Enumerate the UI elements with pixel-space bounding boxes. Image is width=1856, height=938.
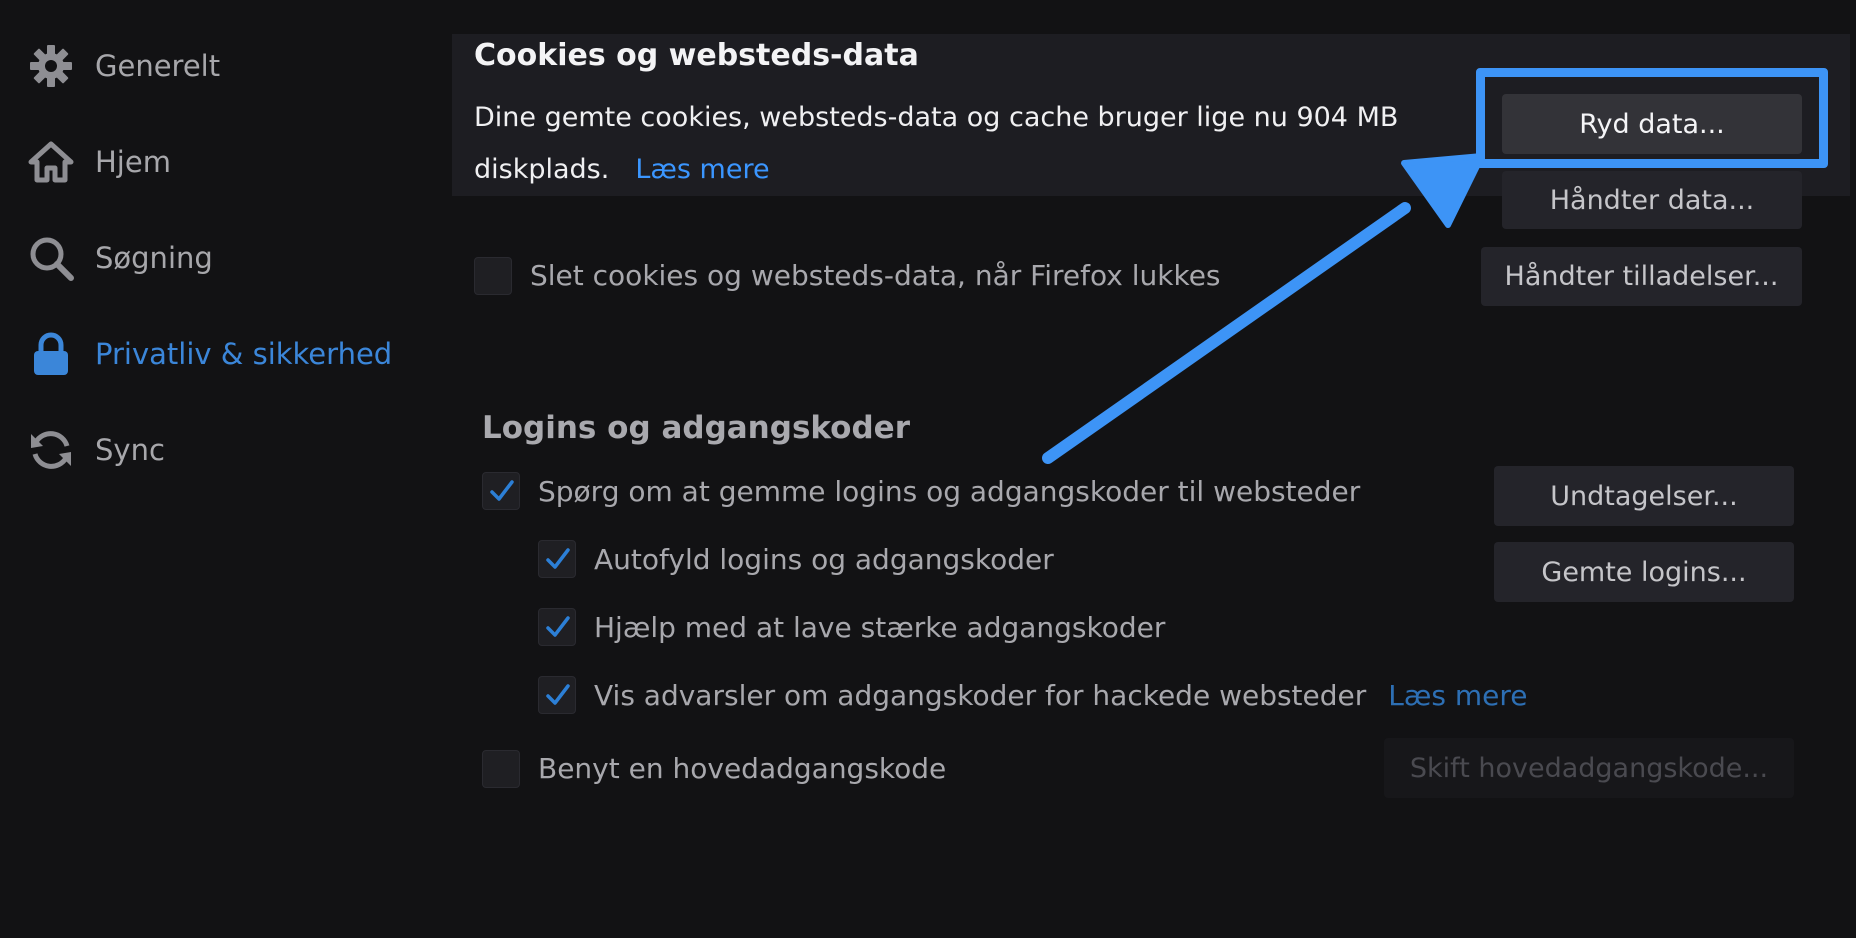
annotation-highlight-box (1476, 68, 1828, 168)
breach-learn-more-link[interactable]: Læs mere (1388, 679, 1527, 712)
autofill-label: Autofyld logins og adgangskoder (594, 543, 1054, 576)
sidebar-item-generelt[interactable]: Generelt (26, 36, 220, 96)
checkmark-icon (546, 616, 570, 637)
cookies-title: Cookies og websteds-data (474, 38, 919, 73)
sidebar-item-hjem[interactable]: Hjem (26, 132, 171, 192)
manage-data-button[interactable]: Håndter data... (1502, 171, 1802, 229)
lock-icon (26, 329, 76, 379)
master-password-label: Benyt en hovedadgangskode (538, 752, 947, 785)
home-icon (26, 137, 76, 187)
delete-on-close-checkbox[interactable] (474, 257, 512, 295)
sidebar-item-label: Sync (95, 433, 165, 467)
manage-permissions-button[interactable]: Håndter tilladelser... (1481, 247, 1802, 306)
delete-on-close-label: Slet cookies og websteds-data, når Firef… (530, 259, 1221, 292)
sidebar-item-label: Privatliv & sikkerhed (95, 337, 393, 371)
autofill-checkbox[interactable] (538, 540, 576, 578)
sidebar-item-sync[interactable]: Sync (26, 420, 165, 480)
sidebar-item-label: Generelt (95, 49, 221, 83)
breach-alerts-text: Vis advarsler om adgangskoder for hacked… (594, 679, 1367, 712)
sidebar-item-privatliv[interactable]: Privatliv & sikkerhed (26, 324, 392, 384)
strong-passwords-label: Hjælp med at lave stærke adgangskoder (594, 611, 1166, 644)
breach-alerts-checkbox[interactable] (538, 676, 576, 714)
sidebar-item-label: Søgning (95, 241, 213, 275)
gear-icon (26, 41, 76, 91)
checkmark-icon (546, 548, 570, 569)
sidebar-item-sogning[interactable]: Søgning (26, 228, 213, 288)
master-password-checkbox[interactable] (482, 750, 520, 788)
change-master-password-button[interactable]: Skift hovedadgangskode... (1384, 738, 1794, 798)
breach-alerts-label: Vis advarsler om adgangskoder for hacked… (594, 679, 1528, 712)
cookies-description: Dine gemte cookies, websteds-data og cac… (474, 92, 1474, 196)
checkmark-icon (490, 480, 514, 501)
strong-passwords-checkbox[interactable] (538, 608, 576, 646)
cookies-learn-more-link[interactable]: Læs mere (635, 154, 769, 185)
logins-title: Logins og adgangskoder (482, 410, 910, 446)
cookies-description-text: Dine gemte cookies, websteds-data og cac… (474, 102, 1399, 185)
sidebar-item-label: Hjem (95, 145, 171, 179)
search-icon (26, 233, 76, 283)
ask-save-logins-label: Spørg om at gemme logins og adgangskoder… (538, 475, 1361, 508)
checkmark-icon (546, 684, 570, 705)
ask-save-logins-checkbox[interactable] (482, 472, 520, 510)
exceptions-button[interactable]: Undtagelser... (1494, 466, 1794, 526)
sync-icon (26, 425, 76, 475)
saved-logins-button[interactable]: Gemte logins... (1494, 542, 1794, 602)
